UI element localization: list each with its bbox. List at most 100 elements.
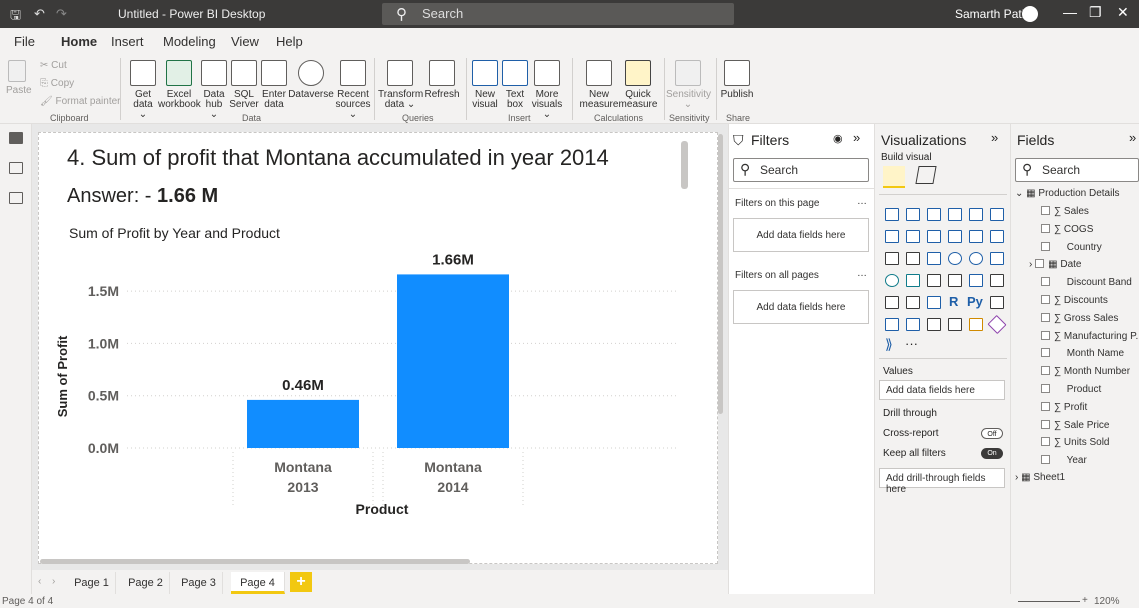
menu-file[interactable]: File	[14, 34, 35, 49]
format-visual-icon[interactable]	[915, 166, 937, 184]
field-item[interactable]: Year	[1041, 455, 1087, 466]
menu-modeling[interactable]: Modeling	[163, 34, 216, 49]
r-visual-icon[interactable]: R	[949, 294, 958, 309]
line-clustered-column-icon[interactable]	[969, 230, 983, 243]
field-item[interactable]: Product	[1041, 384, 1101, 395]
field-checkbox[interactable]	[1041, 241, 1050, 251]
field-checkbox[interactable]	[1041, 206, 1050, 215]
gauge-icon[interactable]	[927, 274, 941, 287]
recent-sources-button[interactable]: Recent sources ⌄	[335, 60, 371, 120]
line-column-chart-icon[interactable]	[948, 230, 962, 243]
tab-page-1[interactable]: Page 1	[68, 572, 116, 594]
kpi-icon[interactable]	[990, 274, 1004, 287]
matrix-icon[interactable]	[927, 296, 941, 309]
model-view-icon[interactable]	[9, 192, 23, 204]
more-options-icon[interactable]: …	[857, 196, 867, 207]
scatter-chart-icon[interactable]	[927, 252, 941, 265]
canvas-vertical-scrollbar[interactable]	[718, 134, 723, 414]
collapse-viz-icon[interactable]: »	[991, 130, 998, 145]
power-automate-icon[interactable]	[987, 314, 1007, 335]
undo-icon[interactable]: ↶	[34, 6, 45, 22]
canvas-horizontal-scrollbar[interactable]	[40, 559, 470, 564]
prev-page-icon[interactable]: ‹	[38, 576, 41, 587]
avatar[interactable]	[1022, 6, 1038, 22]
excel-workbook-button[interactable]: Excel workbook	[158, 60, 201, 110]
menu-home[interactable]: Home	[58, 34, 100, 55]
pie-chart-icon[interactable]	[948, 252, 962, 265]
stacked-bar-chart-icon[interactable]	[885, 208, 899, 221]
new-measure-button[interactable]: New measure	[577, 60, 621, 110]
table-visual-icon[interactable]	[906, 296, 920, 309]
quick-measure-button[interactable]: Quick measure	[616, 60, 660, 110]
field-checkbox[interactable]	[1041, 348, 1050, 358]
area-chart-icon[interactable]	[906, 230, 920, 243]
more-visuals-button[interactable]: More visuals ⌄	[529, 60, 565, 120]
tab-page-2[interactable]: Page 2	[122, 572, 170, 594]
ribbon-chart-icon[interactable]	[990, 230, 1004, 243]
cut-button[interactable]: ✂ Cut	[40, 60, 67, 71]
values-drop-zone[interactable]: Add data fields here	[879, 380, 1005, 400]
format-painter-button[interactable]: 🖌 Format painter	[40, 96, 121, 107]
next-page-icon[interactable]: ›	[52, 576, 55, 587]
field-checkbox[interactable]	[1041, 384, 1050, 393]
field-checkbox[interactable]	[1035, 259, 1045, 269]
field-checkbox[interactable]	[1041, 366, 1050, 376]
eye-icon[interactable]: ◉	[833, 132, 843, 145]
power-apps-icon[interactable]	[969, 318, 983, 331]
slicer-icon[interactable]	[885, 296, 899, 309]
field-item[interactable]: › ▦ Date	[1029, 259, 1081, 270]
field-checkbox[interactable]	[1041, 277, 1050, 287]
enter-data-button[interactable]: Enter data	[261, 60, 287, 110]
field-item[interactable]: ∑ Manufacturing P...	[1041, 330, 1139, 342]
collapse-fields-icon[interactable]: »	[1129, 130, 1136, 145]
get-data-button[interactable]: Get data ⌄	[128, 60, 158, 120]
key-influencers-icon[interactable]	[990, 296, 1004, 309]
filled-map-icon[interactable]	[906, 274, 920, 287]
all-pages-filter-drop-zone[interactable]: Add data fields here	[733, 290, 869, 324]
field-item[interactable]: ∑ Profit	[1041, 401, 1087, 413]
field-item[interactable]: ∑ Month Number	[1041, 366, 1130, 377]
field-item[interactable]: Country	[1041, 241, 1102, 253]
field-checkbox[interactable]	[1041, 419, 1050, 429]
donut-chart-icon[interactable]	[969, 252, 983, 265]
new-visual-button[interactable]: New visual	[470, 60, 500, 110]
field-item[interactable]: ∑ Sales	[1041, 206, 1089, 217]
close-icon[interactable]: ✕	[1117, 4, 1129, 21]
sql-server-button[interactable]: SQL Server	[229, 60, 259, 110]
stacked-column-chart-icon[interactable]	[906, 208, 920, 221]
field-checkbox[interactable]	[1041, 437, 1050, 447]
map-icon[interactable]	[885, 274, 899, 287]
card-icon[interactable]	[948, 274, 962, 287]
tab-page-4[interactable]: Page 4	[231, 572, 285, 594]
filters-search-input[interactable]: ⚲ Search	[733, 158, 869, 182]
field-item[interactable]: ∑ Discounts	[1041, 295, 1108, 306]
redo-icon[interactable]: ↷	[56, 6, 67, 22]
tab-page-3[interactable]: Page 3	[175, 572, 223, 594]
menu-help[interactable]: Help	[276, 34, 303, 49]
clustered-column-chart-icon[interactable]	[948, 208, 962, 221]
qa-icon[interactable]	[906, 318, 920, 331]
minimize-icon[interactable]: —	[1063, 4, 1077, 20]
user-name[interactable]: Samarth Patil	[955, 7, 1027, 21]
ai-visual-icon[interactable]: ⟫	[885, 336, 893, 353]
field-checkbox[interactable]	[1041, 312, 1050, 322]
field-checkbox[interactable]	[1041, 455, 1050, 465]
publish-button[interactable]: Publish	[720, 60, 754, 100]
report-page[interactable]: 4. Sum of profit that Montana accumulate…	[38, 132, 718, 564]
python-visual-icon[interactable]: Py	[967, 294, 983, 309]
funnel-chart-icon[interactable]	[906, 252, 920, 265]
data-view-icon[interactable]	[9, 162, 23, 174]
field-item[interactable]: ∑ Units Sold	[1041, 437, 1110, 448]
field-checkbox[interactable]	[1041, 295, 1050, 304]
field-checkbox[interactable]	[1041, 330, 1050, 340]
field-checkbox[interactable]	[1041, 223, 1050, 233]
field-item[interactable]: ∑ Sale Price	[1041, 419, 1110, 431]
smart-narrative-icon[interactable]	[927, 318, 941, 331]
field-item[interactable]: Month Name	[1041, 348, 1124, 359]
table-production-details[interactable]: ⌄ ▦ Production Details	[1015, 188, 1120, 199]
text-box-button[interactable]: Text box	[502, 60, 528, 110]
title-search-box[interactable]: ⚲ Search	[382, 3, 734, 25]
collapse-filters-icon[interactable]: »	[853, 130, 860, 145]
bar-chart[interactable]: 0.0M 0.5M 1.0M 1.5M Sum of Profit 0.46M Montan…	[39, 133, 719, 565]
transform-data-button[interactable]: Transform data ⌄	[378, 60, 423, 110]
